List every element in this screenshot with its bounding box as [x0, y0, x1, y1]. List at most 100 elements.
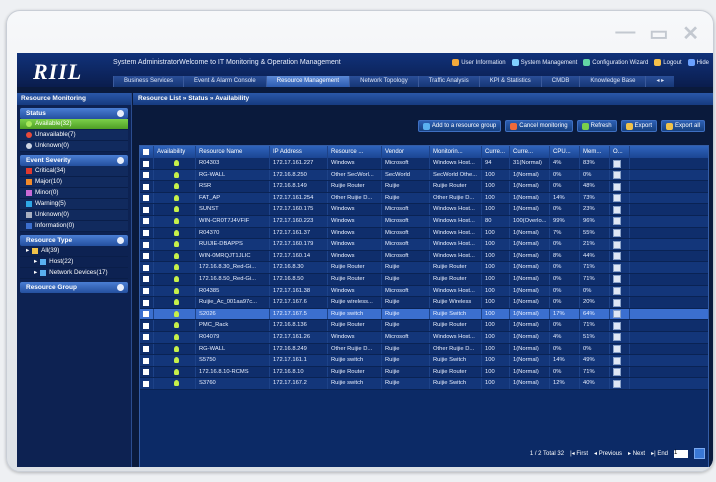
row-select-cell[interactable] [140, 331, 154, 343]
table-row[interactable]: SUNST 172.17.160.175 Windows Microsoft Windo… [140, 204, 708, 216]
edit-icon[interactable] [613, 159, 621, 168]
edit-icon[interactable] [613, 182, 621, 191]
row-checkbox[interactable] [143, 369, 149, 376]
status-section-header[interactable]: Status [20, 108, 128, 119]
toolbar-button-3[interactable]: Export [620, 120, 657, 132]
table-cell[interactable]: Ruijie_Ac_001aa97c... [196, 297, 270, 308]
row-select-cell[interactable] [140, 215, 154, 227]
maximize-button[interactable]: ▭ [649, 21, 668, 46]
tree-toggle-icon[interactable]: ▸ [26, 246, 29, 256]
table-cell[interactable]: S3760 [196, 378, 270, 389]
toolbar-button-0[interactable]: Add to a resource group [417, 120, 502, 132]
severity-item-2[interactable]: Minor(0) [20, 188, 128, 199]
resource-type-item-0[interactable]: ▸ All(39) [20, 246, 128, 257]
table-cell[interactable]: RG-WALL [196, 169, 270, 181]
edit-icon[interactable] [613, 345, 621, 353]
column-header[interactable]: CPU... [550, 146, 580, 158]
table-row[interactable]: PMC_Rack 172.16.8.136 Ruijie Router Ruijie R… [140, 320, 708, 332]
operation-cell[interactable] [610, 308, 630, 320]
table-row[interactable]: R04370 172.17.161.37 Windows Microsoft Windo… [140, 227, 708, 240]
toolbar-button-2[interactable]: Refresh [576, 120, 617, 132]
edit-icon[interactable] [613, 240, 621, 249]
resource-type-item-1[interactable]: ▸ Host(22) [20, 257, 128, 268]
top-link-1[interactable]: System Management [511, 59, 577, 66]
table-cell[interactable]: RUIJIE-DBAPPS [196, 239, 270, 250]
table-cell[interactable]: FAT_AP [196, 192, 270, 204]
row-select-cell[interactable] [140, 308, 154, 320]
top-link-2[interactable]: Configuration Wizard [583, 59, 648, 66]
row-checkbox[interactable] [143, 264, 149, 271]
table-cell[interactable]: RSR [196, 181, 270, 192]
status-item-2[interactable]: Unknown(0) [20, 141, 128, 152]
row-checkbox[interactable] [143, 230, 149, 237]
status-item-0[interactable]: Available(32) [20, 119, 128, 130]
table-cell[interactable]: R04303 [196, 158, 270, 169]
edit-icon[interactable] [613, 321, 621, 330]
table-cell[interactable]: R04079 [196, 331, 270, 343]
severity-item-0[interactable]: Critical(34) [20, 166, 128, 177]
select-all-cell[interactable] [140, 146, 154, 158]
row-checkbox[interactable] [143, 253, 149, 260]
nav-tab-3[interactable]: Network Topology [349, 76, 418, 87]
select-all-checkbox[interactable] [143, 148, 149, 155]
row-select-cell[interactable] [140, 192, 154, 204]
first-page-button[interactable]: |◂ First [570, 450, 588, 457]
row-select-cell[interactable] [140, 158, 154, 169]
row-select-cell[interactable] [140, 250, 154, 262]
severity-item-1[interactable]: Major(10) [20, 177, 128, 188]
operation-cell[interactable] [610, 273, 630, 285]
row-checkbox[interactable] [143, 172, 149, 179]
edit-icon[interactable] [613, 379, 621, 388]
edit-icon[interactable] [613, 368, 621, 377]
table-cell[interactable]: PMC_Rack [196, 320, 270, 331]
tree-toggle-icon[interactable]: ▸ [34, 268, 37, 278]
table-row[interactable]: S5750 172.17.161.1 Ruijie switch Ruijie Ruij… [140, 355, 708, 367]
table-cell[interactable]: WIN-CR0T7J4VFIF [196, 215, 270, 227]
top-link-3[interactable]: Logout [654, 59, 682, 66]
table-cell[interactable]: 172.16.8.50_Red-Gi... [196, 273, 270, 285]
table-row[interactable]: WIN-0MRQJT1JLIC 172.17.160.14 Windows Micro… [140, 250, 708, 263]
edit-icon[interactable] [613, 356, 621, 365]
column-header[interactable]: Monitorin... [430, 146, 482, 158]
nav-tab-8[interactable]: ◂ ▸ [645, 76, 675, 87]
row-select-cell[interactable] [140, 320, 154, 331]
edit-icon[interactable] [613, 263, 621, 272]
row-checkbox[interactable] [143, 357, 149, 364]
nav-tab-0[interactable]: Business Services [113, 76, 184, 87]
operation-cell[interactable] [610, 215, 630, 227]
table-cell[interactable]: R04370 [196, 227, 270, 239]
toolbar-button-4[interactable]: Export all [660, 120, 705, 132]
last-page-button[interactable]: ▸| End [651, 450, 668, 457]
previous-page-button[interactable]: ◂ Previous [594, 450, 622, 457]
toolbar-button-1[interactable]: Cancel monitoring [505, 120, 573, 132]
row-select-cell[interactable] [140, 378, 154, 389]
operation-cell[interactable] [610, 378, 630, 389]
row-checkbox[interactable] [143, 241, 149, 248]
table-cell[interactable]: 172.16.8.10-RCMS [196, 366, 270, 378]
row-checkbox[interactable] [143, 276, 149, 283]
row-checkbox[interactable] [143, 160, 149, 167]
table-cell[interactable]: S5750 [196, 355, 270, 366]
table-cell[interactable]: SUNST [196, 204, 270, 215]
row-select-cell[interactable] [140, 343, 154, 355]
row-checkbox[interactable] [143, 311, 149, 318]
table-row[interactable]: R04385 172.17.161.38 Windows Microsoft Windo… [140, 285, 708, 298]
operation-cell[interactable] [610, 331, 630, 343]
operation-cell[interactable] [610, 169, 630, 181]
operation-cell[interactable] [610, 262, 630, 273]
row-checkbox[interactable] [143, 206, 149, 213]
edit-icon[interactable] [613, 205, 621, 214]
operation-cell[interactable] [610, 297, 630, 308]
nav-tab-4[interactable]: Traffic Analysis [417, 76, 479, 87]
table-cell[interactable]: WIN-0MRQJT1JLIC [196, 250, 270, 262]
edit-icon[interactable] [613, 333, 621, 342]
table-row[interactable]: Ruijie_Ac_001aa97c... 172.17.167.6 Ruijie … [140, 297, 708, 309]
table-row[interactable]: S3760 172.17.167.2 Ruijie switch Ruijie Ruij… [140, 378, 708, 390]
table-row[interactable]: WIN-CR0T7J4VFIF 172.17.160.223 Windows Micr… [140, 215, 708, 228]
row-checkbox[interactable] [143, 346, 149, 352]
row-select-cell[interactable] [140, 297, 154, 308]
operation-cell[interactable] [610, 343, 630, 355]
table-row[interactable]: 172.16.8.30_Red-Gi... 172.16.8.30 Ruijie R… [140, 262, 708, 274]
row-checkbox[interactable] [143, 288, 149, 295]
close-button[interactable]: ✕ [682, 21, 699, 46]
